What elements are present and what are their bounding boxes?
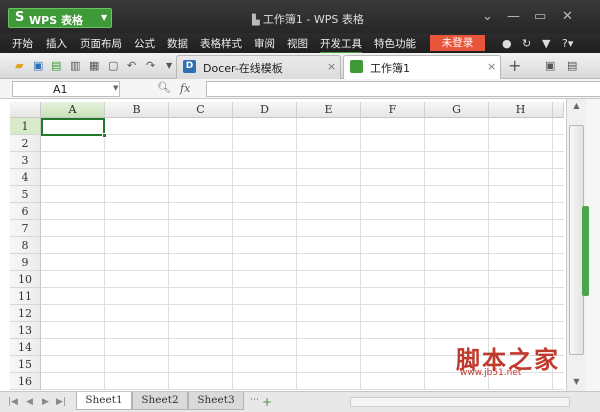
- column-header-g[interactable]: G: [425, 102, 489, 118]
- tab-docer-label: Docer-在线模板: [203, 62, 283, 75]
- column-header-e[interactable]: E: [297, 102, 361, 118]
- row-header-4[interactable]: 4: [10, 169, 41, 186]
- export-icon[interactable]: ▤: [51, 60, 62, 71]
- dropdown-icon[interactable]: ⌄: [482, 10, 493, 23]
- skin-icon[interactable]: ●: [502, 37, 512, 50]
- column-header-b[interactable]: B: [105, 102, 169, 118]
- fill-handle[interactable]: [102, 133, 107, 138]
- app-menu-button[interactable]: S WPS 表格 ▼: [8, 8, 112, 28]
- row-header-6[interactable]: 6: [10, 203, 41, 220]
- tab-options-icon[interactable]: ▤: [567, 60, 578, 71]
- close-icon[interactable]: ×: [487, 60, 496, 73]
- last-sheet-icon[interactable]: ▶|: [56, 397, 66, 407]
- spreadsheet-icon: [350, 60, 363, 73]
- docer-icon: D: [183, 60, 196, 73]
- column-header-c[interactable]: C: [169, 102, 233, 118]
- column-header-a[interactable]: A: [41, 102, 105, 118]
- print-icon[interactable]: ▥: [70, 60, 81, 71]
- app-name: WPS 表格: [29, 14, 83, 27]
- minimize-button[interactable]: —: [507, 10, 520, 23]
- search-icon[interactable]: 🔍︎: [157, 81, 171, 94]
- menu-item-start[interactable]: 开始: [12, 36, 33, 51]
- row-header-13[interactable]: 13: [10, 322, 41, 339]
- column-header-f[interactable]: F: [361, 102, 425, 118]
- shirt-icon[interactable]: ▼: [542, 37, 550, 50]
- row-header-7[interactable]: 7: [10, 220, 41, 237]
- next-sheet-icon[interactable]: ▶: [42, 397, 49, 407]
- prev-sheet-icon[interactable]: ◀: [26, 397, 33, 407]
- chevron-down-icon[interactable]: ▼: [113, 84, 118, 92]
- row-header-14[interactable]: 14: [10, 339, 41, 356]
- name-box-value: A1: [53, 83, 68, 96]
- refresh-icon[interactable]: ↻: [522, 37, 531, 50]
- login-button[interactable]: 未登录: [430, 35, 485, 51]
- formula-bar: A1 ▼ 🔍︎ fx: [0, 79, 600, 99]
- name-box[interactable]: A1 ▼: [12, 81, 120, 97]
- tab-workbook[interactable]: 工作簿1 ×: [343, 55, 501, 79]
- row-header-11[interactable]: 11: [10, 288, 41, 305]
- undo-icon[interactable]: ↶: [127, 60, 138, 71]
- maximize-button[interactable]: ▭: [534, 10, 546, 23]
- tab-docer[interactable]: D Docer-在线模板 ×: [176, 55, 341, 79]
- title-bar: S WPS 表格 ▼ ▙ 工作簿1 - WPS 表格 ⌄ — ▭ ✕: [0, 0, 600, 33]
- sheet-tab-sheet3[interactable]: Sheet3: [188, 392, 244, 410]
- tab-list-icon[interactable]: ▣: [545, 60, 556, 71]
- new-tab-button[interactable]: +: [508, 56, 521, 75]
- row-header-12[interactable]: 12: [10, 305, 41, 322]
- column-header-h[interactable]: H: [489, 102, 553, 118]
- menu-item-review[interactable]: 审阅: [254, 36, 275, 51]
- select-all-corner[interactable]: [10, 102, 41, 118]
- menu-item-page-layout[interactable]: 页面布局: [80, 36, 122, 51]
- menu-item-insert[interactable]: 插入: [46, 36, 67, 51]
- open-folder-icon[interactable]: ▰: [15, 60, 26, 71]
- row-header-5[interactable]: 5: [10, 186, 41, 203]
- row-header-1[interactable]: 1: [10, 118, 41, 135]
- watermark-url: www.jb51.net: [460, 368, 522, 378]
- quick-access-toolbar: ▰ ▣ ▤ ▥ ▦ ▢ ↶ ↷ ▼ D Docer-在线模板 × 工作簿1 × …: [0, 53, 600, 79]
- row-header-8[interactable]: 8: [10, 237, 41, 254]
- active-cell-a1[interactable]: [41, 118, 105, 136]
- row-header-15[interactable]: 15: [10, 356, 41, 373]
- function-icon[interactable]: fx: [180, 82, 190, 95]
- menu-item-formula[interactable]: 公式: [134, 36, 155, 51]
- sheet-tab-bar: |◀ ◀ ▶ ▶| Sheet1 Sheet2 Sheet3 ⋯ +: [0, 391, 600, 412]
- row-header-10[interactable]: 10: [10, 271, 41, 288]
- column-header-i[interactable]: [553, 102, 564, 118]
- window-title: ▙ 工作簿1 - WPS 表格: [252, 13, 364, 26]
- scroll-up-icon[interactable]: ▲: [567, 99, 586, 113]
- close-icon[interactable]: ×: [327, 60, 336, 73]
- column-header-d[interactable]: D: [233, 102, 297, 118]
- chevron-down-icon: ▼: [101, 13, 108, 22]
- menu-item-features[interactable]: 特色功能: [374, 36, 416, 51]
- horizontal-scrollbar[interactable]: [350, 397, 570, 407]
- side-panel-toggle[interactable]: [582, 206, 589, 296]
- menu-item-data[interactable]: 数据: [167, 36, 188, 51]
- menu-item-view[interactable]: 视图: [287, 36, 308, 51]
- row-header-16[interactable]: 16: [10, 373, 41, 390]
- save-icon[interactable]: ▣: [33, 60, 44, 71]
- help-icon[interactable]: ?▾: [562, 37, 573, 50]
- formula-input[interactable]: [206, 81, 600, 97]
- document-icon: ▙: [252, 15, 263, 26]
- print-preview-icon[interactable]: ▦: [89, 60, 100, 71]
- menu-item-developer[interactable]: 开发工具: [320, 36, 362, 54]
- more-sheets-icon[interactable]: ⋯: [250, 395, 259, 405]
- scroll-down-icon[interactable]: ▼: [567, 375, 586, 389]
- row-header-2[interactable]: 2: [10, 135, 41, 152]
- redo-icon[interactable]: ↷: [146, 60, 157, 71]
- tab-workbook-label: 工作簿1: [370, 62, 410, 75]
- close-button[interactable]: ✕: [562, 10, 573, 23]
- menu-item-table-style[interactable]: 表格样式: [200, 36, 242, 51]
- page-icon[interactable]: ▢: [108, 60, 119, 71]
- row-header-3[interactable]: 3: [10, 152, 41, 169]
- first-sheet-icon[interactable]: |◀: [8, 397, 18, 407]
- sheet-tab-sheet2[interactable]: Sheet2: [132, 392, 188, 410]
- wps-logo-icon: S: [15, 10, 25, 25]
- sheet-tab-sheet1[interactable]: Sheet1: [76, 392, 132, 410]
- menu-bar: 开始 插入 页面布局 公式 数据 表格样式 审阅 视图 开发工具 特色功能 未登…: [0, 33, 600, 54]
- row-header-9[interactable]: 9: [10, 254, 41, 271]
- add-sheet-button[interactable]: +: [262, 395, 272, 409]
